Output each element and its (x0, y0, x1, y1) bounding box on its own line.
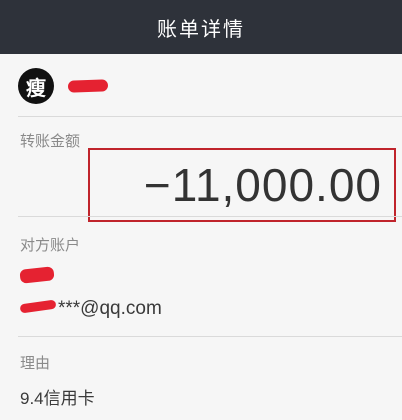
redacted-account-prefix (19, 299, 57, 314)
page-title: 账单详情 (157, 16, 245, 41)
amount-label: 转账金额 (20, 132, 81, 150)
divider (18, 336, 402, 337)
title-bar: 账单详情 (0, 0, 402, 54)
divider (18, 216, 402, 217)
redacted-username (67, 79, 109, 93)
divider (18, 116, 402, 117)
bill-detail-card: 瘦 转账金额 −11,000.00 对方账户 ***@qq.com 理由 9.4… (0, 54, 402, 420)
user-row[interactable]: 瘦 (18, 66, 109, 106)
redacted-counterparty-name (19, 266, 55, 284)
counterparty-label: 对方账户 (20, 236, 81, 254)
counterparty-account: ***@qq.com (58, 298, 162, 319)
reason-value: 9.4信用卡 (20, 389, 95, 408)
transfer-amount: −11,000.00 (143, 159, 382, 211)
avatar[interactable]: 瘦 (18, 68, 54, 104)
amount-highlight-box: −11,000.00 (88, 148, 396, 222)
reason-label: 理由 (20, 354, 51, 372)
